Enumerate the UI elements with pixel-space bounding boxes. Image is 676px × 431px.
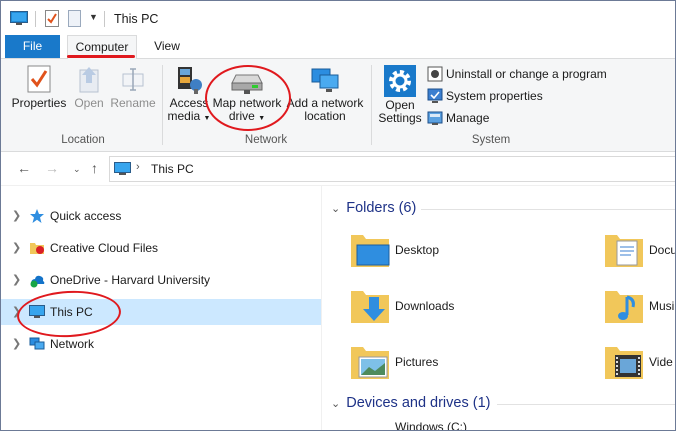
nav-item-label: Creative Cloud Files — [50, 241, 159, 255]
quick-access-star-icon — [30, 209, 44, 223]
videos-folder-icon — [605, 347, 643, 379]
uninstall-label: Uninstall or change a program — [446, 67, 607, 81]
add-network-location-label-2: location — [304, 109, 346, 123]
address-bar-row: ← → ⌄ ↑ › This PC — [1, 152, 675, 186]
manage-label: Manage — [446, 111, 490, 125]
properties-label: Properties — [11, 96, 67, 110]
folder-label: Musi — [649, 299, 675, 313]
new-folder-quick-icon[interactable] — [68, 10, 81, 27]
system-properties-button[interactable]: System properties — [427, 87, 617, 105]
computer-tab-underline-annotation — [67, 55, 135, 58]
forward-arrow-icon[interactable]: → — [45, 160, 59, 176]
tab-view[interactable]: View — [142, 35, 192, 58]
folders-header-text: Folders (6) — [346, 200, 417, 216]
uninstall-program-button[interactable]: Uninstall or change a program — [427, 65, 617, 83]
system-properties-label: System properties — [446, 89, 543, 103]
add-network-location-button[interactable]: Add a network location — [285, 65, 365, 123]
system-group-label: System — [471, 134, 511, 146]
location-group-label: Location — [61, 134, 105, 146]
folder-label: Docu — [649, 243, 676, 257]
nav-item-quick-access[interactable]: ❯ Quick access — [1, 203, 321, 229]
up-arrow-icon[interactable]: ↑ — [91, 160, 98, 176]
pictures-folder-icon — [351, 347, 389, 379]
properties-quick-icon[interactable] — [45, 10, 59, 27]
downloads-folder-icon — [351, 291, 389, 323]
drive-label: Windows (C:) — [395, 420, 468, 431]
uninstall-icon — [427, 66, 443, 82]
collapse-chevron-icon[interactable]: ⌄ — [331, 397, 340, 410]
settings-gear-icon — [384, 65, 416, 97]
this-pc-icon — [10, 11, 28, 25]
customize-toolbar-icon[interactable]: ▼ — [89, 12, 98, 22]
manage-icon — [427, 111, 443, 125]
folder-label: Vide — [649, 355, 673, 369]
expand-chevron-icon[interactable]: ❯ — [12, 331, 21, 357]
devices-section-header[interactable]: ⌄ Devices and drives (1) — [331, 395, 490, 411]
folders-section-divider — [421, 209, 675, 210]
address-path: This PC — [151, 162, 194, 176]
folders-section-header[interactable]: ⌄ Folders (6) — [331, 200, 416, 216]
ribbon-group-separator — [162, 65, 163, 145]
window-title: This PC — [114, 12, 159, 26]
access-media-icon — [178, 67, 202, 94]
folder-videos[interactable]: Vide — [603, 341, 675, 391]
back-arrow-icon[interactable]: ← — [17, 160, 31, 176]
open-settings-label-2: Settings — [378, 111, 422, 125]
nav-item-label: OneDrive - Harvard University — [50, 273, 211, 287]
folder-label: Downloads — [395, 299, 455, 313]
expand-chevron-icon[interactable]: ❯ — [12, 235, 21, 261]
documents-folder-icon — [605, 235, 643, 267]
address-breadcrumb-chevron-icon[interactable]: › — [136, 161, 140, 173]
network-group-label: Network — [244, 134, 288, 146]
ribbon-group-separator-2 — [371, 65, 372, 145]
open-label: Open — [74, 96, 104, 110]
music-folder-icon — [605, 291, 643, 323]
rename-label: Rename — [110, 96, 156, 110]
nav-item-label: Quick access — [50, 209, 122, 223]
address-field[interactable]: › This PC — [109, 156, 675, 182]
desktop-folder-icon — [351, 235, 390, 267]
ribbon: Properties Open Rename Location Access m… — [1, 59, 675, 152]
expand-chevron-icon[interactable]: ❯ — [12, 203, 21, 229]
onedrive-cloud-icon — [30, 275, 45, 288]
drive-c[interactable]: Windows (C:) — [395, 420, 515, 431]
title-separator-2 — [104, 11, 105, 27]
rename-icon — [122, 68, 144, 91]
explorer-window: ▼ This PC File Computer View Properties … — [0, 0, 676, 431]
folder-label: Desktop — [395, 243, 440, 257]
nav-item-creative-cloud[interactable]: ❯ Creative Cloud Files — [1, 235, 321, 261]
folder-documents[interactable]: Docu — [603, 229, 675, 279]
properties-icon — [27, 65, 51, 93]
network-icon — [29, 337, 45, 350]
properties-button[interactable]: Properties — [9, 65, 69, 110]
open-button[interactable]: Open — [69, 65, 109, 110]
open-icon — [79, 67, 99, 93]
rename-button[interactable]: Rename — [109, 65, 157, 110]
folder-music[interactable]: Musi — [603, 285, 675, 335]
title-bar: ▼ This PC — [1, 1, 675, 35]
address-this-pc-icon — [114, 162, 131, 175]
title-separator — [35, 11, 36, 27]
pane-splitter[interactable] — [321, 186, 322, 430]
access-media-label-2: media ▼ — [167, 109, 211, 123]
folder-label: Pictures — [395, 355, 439, 369]
map-drive-circle-annotation — [205, 65, 291, 131]
system-properties-icon — [427, 88, 443, 103]
collapse-chevron-icon[interactable]: ⌄ — [331, 202, 340, 215]
nav-item-onedrive[interactable]: ❯ OneDrive - Harvard University — [1, 267, 321, 293]
network-location-icon — [311, 68, 339, 92]
recent-locations-chevron-icon[interactable]: ⌄ — [73, 164, 81, 175]
open-settings-button[interactable]: Open Settings — [375, 65, 425, 125]
tab-file[interactable]: File — [5, 35, 60, 58]
devices-section-divider — [497, 404, 675, 405]
expand-chevron-icon[interactable]: ❯ — [12, 267, 21, 293]
creative-cloud-folder-icon — [30, 243, 44, 254]
devices-header-text: Devices and drives (1) — [346, 395, 491, 411]
manage-button[interactable]: Manage — [427, 109, 617, 127]
